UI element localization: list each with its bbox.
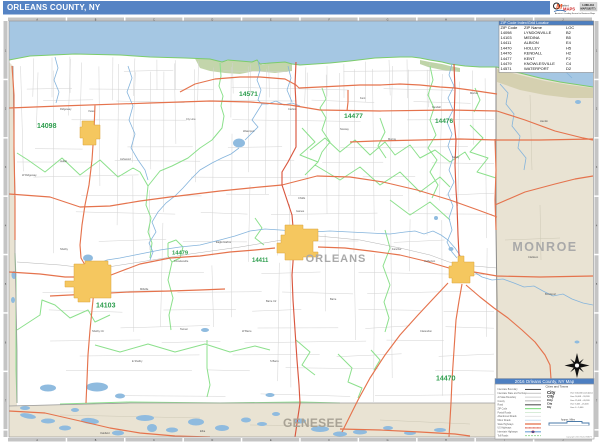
svg-text:Clarkson: Clarkson (528, 255, 539, 259)
svg-text:Approx. Miles: Approx. Miles (561, 418, 576, 421)
svg-text:Eagle Harbor: Eagle Harbor (216, 240, 231, 244)
svg-text:14477: 14477 (344, 113, 363, 120)
svg-text:At State Boundary: At State Boundary (498, 396, 517, 399)
svg-text:Shelby: Shelby (60, 247, 69, 251)
svg-text:Minor Roads: Minor Roads (498, 419, 512, 422)
svg-text:MONROE: MONROE (512, 240, 577, 254)
svg-text:G: G (387, 439, 389, 442)
svg-text:Tanner: Tanner (180, 327, 188, 331)
svg-text:Abandoned Roads: Abandoned Roads (498, 415, 518, 418)
svg-text:Cty Line: Cty Line (186, 117, 196, 121)
svg-text:Hamlin: Hamlin (540, 119, 549, 123)
svg-text:Fancher: Fancher (392, 247, 402, 251)
svg-text:Knowlesville: Knowlesville (174, 259, 189, 263)
svg-text:14103: 14103 (96, 303, 116, 310)
svg-text:Millville: Millville (140, 287, 149, 291)
svg-text:MAPS(6277): MAPS(6277) (581, 7, 596, 11)
svg-text:City: City (547, 402, 553, 406)
svg-text:C: C (153, 439, 155, 442)
svg-text:Yates: Yates (88, 109, 95, 113)
svg-text:Interstate Highways: Interstate Highways (498, 431, 519, 434)
svg-text:W Ridgeway: W Ridgeway (22, 173, 37, 177)
svg-text:D2: D2 (566, 66, 572, 71)
svg-text:E Shelby: E Shelby (132, 359, 143, 363)
svg-text:Over 50,001 - 99,999: Over 50,001 - 99,999 (570, 395, 590, 398)
svg-text:GENESEE: GENESEE (283, 416, 343, 430)
svg-text:Carlton: Carlton (288, 107, 297, 111)
svg-text:Brockport: Brockport (545, 292, 556, 296)
svg-text:Copyright 2016 MarketMAPS: Copyright 2016 MarketMAPS (566, 436, 593, 439)
svg-text:Postal Roads: Postal Roads (498, 411, 513, 414)
svg-text:County: County (498, 400, 506, 403)
svg-text:14411: 14411 (252, 258, 269, 264)
svg-text:Waterport: Waterport (243, 129, 255, 133)
svg-text:ZIP Code: ZIP Code (498, 408, 508, 410)
svg-text:Jeddo: Jeddo (60, 159, 68, 163)
svg-text:ORLEANS COUNTY, NY: ORLEANS COUNTY, NY (7, 3, 101, 12)
svg-text:City: City (547, 406, 552, 409)
svg-text:2016 Orleans County, NY Map: 2016 Orleans County, NY Map (515, 379, 575, 384)
svg-text:Toll Roads: Toll Roads (498, 435, 510, 437)
svg-text:Over 100,000 and above: Over 100,000 and above (570, 392, 594, 395)
svg-text:H: H (445, 439, 447, 442)
svg-text:Over 5,001 - 25,000: Over 5,001 - 25,000 (570, 402, 589, 405)
svg-text:W Barre: W Barre (242, 329, 252, 333)
svg-text:Road: Road (498, 405, 504, 407)
svg-text:WATERPORT: WATERPORT (524, 66, 550, 71)
svg-text:Over 0 - 5,000: Over 0 - 5,000 (570, 406, 584, 409)
svg-text:Ridgeway: Ridgeway (60, 107, 72, 111)
svg-text:Morton: Morton (470, 91, 479, 95)
svg-text:Kent: Kent (360, 96, 366, 100)
svg-text:14571: 14571 (501, 66, 513, 71)
svg-text:City: City (547, 398, 553, 402)
svg-text:Norway: Norway (340, 127, 349, 131)
svg-text:America's Leading Source for B: America's Leading Source for Business Ma… (555, 12, 595, 15)
svg-text:Childs: Childs (298, 196, 306, 200)
svg-text:Kendall: Kendall (432, 105, 441, 109)
svg-text:Murray: Murray (388, 137, 397, 141)
svg-text:Ashwood: Ashwood (120, 157, 131, 161)
svg-text:ORLEANS: ORLEANS (306, 253, 367, 265)
svg-text:Cities and Towns: Cities and Towns (546, 384, 569, 388)
svg-text:Oakfield: Oakfield (100, 431, 110, 435)
svg-text:State Highways: State Highways (498, 423, 515, 426)
svg-text:Elba: Elba (200, 429, 206, 433)
svg-text:Interstate Boundary: Interstate Boundary (498, 388, 519, 391)
svg-text:Clarendon: Clarendon (420, 329, 433, 333)
svg-text:Gaines: Gaines (296, 209, 305, 213)
svg-text:Shelby Ctr: Shelby Ctr (92, 329, 104, 333)
svg-text:S Barre: S Barre (270, 359, 279, 363)
svg-text:Barre Ctr: Barre Ctr (266, 299, 277, 303)
svg-text:US Highways: US Highways (498, 428, 513, 430)
svg-text:14571: 14571 (239, 91, 258, 98)
svg-text:1-888-434: 1-888-434 (582, 3, 594, 7)
svg-text:Sandy: Sandy (452, 155, 460, 159)
svg-text:Over 25,001 - 49,999: Over 25,001 - 49,999 (570, 399, 590, 402)
svg-text:14098: 14098 (37, 123, 57, 130)
svg-text:14476: 14476 (435, 118, 453, 125)
svg-text:Interstate State and Territory: Interstate State and Territory (498, 392, 528, 395)
svg-text:D: D (212, 439, 214, 442)
svg-text:14470: 14470 (436, 376, 456, 383)
svg-text:Barre: Barre (330, 297, 337, 301)
svg-text:14479: 14479 (172, 251, 189, 257)
svg-text:Hulberton: Hulberton (424, 259, 436, 263)
